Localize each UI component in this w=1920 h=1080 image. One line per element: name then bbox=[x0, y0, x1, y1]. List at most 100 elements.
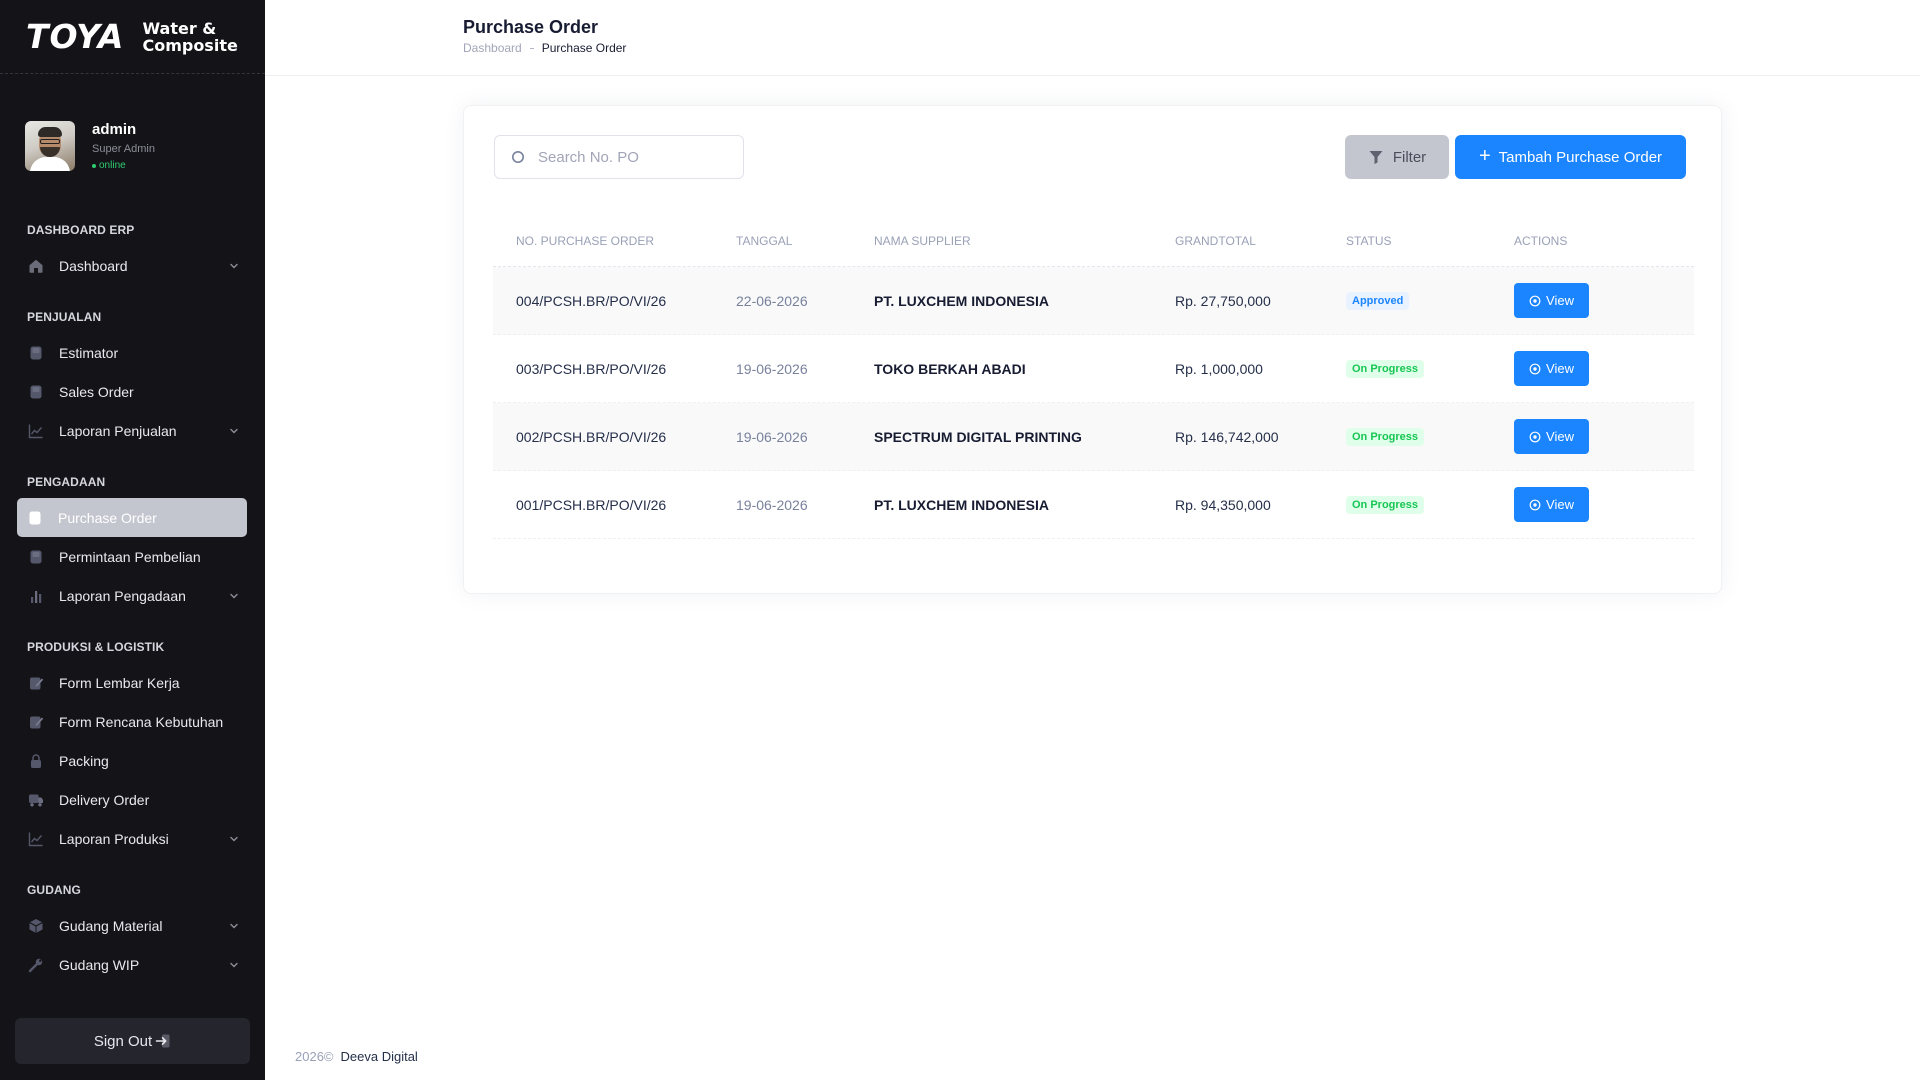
supplier-cell: PT. LUXCHEM INDONESIA bbox=[874, 292, 1050, 309]
page-title: Purchase Order bbox=[463, 17, 599, 37]
supplier-cell: TOKO BERKAH ABADI bbox=[874, 360, 1026, 377]
column-header-grandtotal[interactable]: GRANDTOTAL bbox=[1175, 234, 1346, 248]
grandtotal-cell: Rp. 146,742,000 bbox=[1175, 428, 1279, 445]
sidebar-item-form-rencana-kebutuhan[interactable]: Form Rencana Kebutuhan bbox=[18, 702, 247, 741]
sidebar-item-gudang-material[interactable]: Gudang Material bbox=[18, 906, 247, 945]
nav-section-pengadaan: PENGADAAN bbox=[27, 475, 106, 489]
nav-section-produksi-and-logistik: PRODUKSI & LOGISTIK bbox=[27, 640, 165, 654]
document-icon bbox=[28, 345, 44, 361]
po-number-cell: 001/PCSH.BR/PO/VI/26 bbox=[516, 496, 667, 513]
table-row: 004/PCSH.BR/PO/VI/26 22-06-2026 PT. LUXCHE… bbox=[493, 267, 1694, 335]
supplier-cell: PT. LUXCHEM INDONESIA bbox=[874, 496, 1050, 513]
eye-icon bbox=[1529, 499, 1546, 511]
edit-doc-icon bbox=[28, 675, 44, 691]
date-cell: 19-06-2026 bbox=[736, 428, 808, 445]
sidebar-item-label: Form Rencana Kebutuhan bbox=[59, 713, 224, 730]
status-badge: On Progress bbox=[1346, 496, 1425, 514]
sidebar-item-dashboard[interactable]: Dashboard bbox=[18, 246, 247, 285]
nav-section-dashboard-erp: DASHBOARD ERP bbox=[27, 223, 135, 237]
sidebar-item-laporan-penjualan[interactable]: Laporan Penjualan bbox=[18, 411, 247, 450]
sidebar-item-form-lembar-kerja[interactable]: Form Lembar Kerja bbox=[18, 663, 247, 702]
brand-tagline: Water & Composite bbox=[142, 20, 237, 54]
breadcrumb: Dashboard Purchase Order bbox=[463, 41, 626, 55]
cube-icon bbox=[28, 918, 44, 934]
user-status-text: online bbox=[99, 160, 126, 171]
table-header: NO. PURCHASE ORDER TANGGAL NAMA SUPPLIER… bbox=[493, 216, 1694, 267]
sidebar-item-delivery-order[interactable]: Delivery Order bbox=[18, 780, 247, 819]
sidebar-item-label: Permintaan Pembelian bbox=[59, 548, 201, 565]
sidebar-item-purchase-order[interactable]: Purchase Order bbox=[17, 498, 247, 537]
column-header-supplier[interactable]: NAMA SUPPLIER bbox=[874, 234, 1175, 248]
status-cell: Approved bbox=[1346, 291, 1514, 310]
column-header-no-po[interactable]: NO. PURCHASE ORDER bbox=[493, 234, 736, 248]
sidebar-item-sales-order[interactable]: Sales Order bbox=[18, 372, 247, 411]
sidebar-nav: DASHBOARD ERP Dashboard PENJUALAN Estimator… bbox=[0, 220, 265, 984]
sidebar-item-label: Laporan Produksi bbox=[59, 830, 169, 847]
home-icon bbox=[28, 258, 44, 274]
status-badge: On Progress bbox=[1346, 428, 1425, 446]
sidebar-item-label: Form Lembar Kerja bbox=[59, 674, 180, 691]
chevron-down-icon bbox=[229, 921, 239, 931]
user-status: online bbox=[92, 160, 155, 171]
eye-icon bbox=[1529, 363, 1546, 375]
document-icon bbox=[28, 384, 44, 400]
actions-cell: View bbox=[1514, 283, 1694, 318]
sidebar-item-laporan-pengadaan[interactable]: Laporan Pengadaan bbox=[18, 576, 247, 615]
date-cell: 19-06-2026 bbox=[736, 360, 808, 377]
brand-logo[interactable]: TOYA Water & Composite bbox=[0, 0, 265, 74]
breadcrumb-separator bbox=[529, 47, 534, 49]
plus-icon: + bbox=[1478, 145, 1491, 167]
add-purchase-order-button[interactable]: + Tambah Purchase Order bbox=[1455, 135, 1686, 179]
column-header-tanggal[interactable]: TANGGAL bbox=[736, 234, 874, 248]
avatar[interactable] bbox=[25, 121, 75, 171]
breadcrumb-dashboard[interactable]: Dashboard bbox=[463, 41, 522, 55]
brand-tagline-line-2: Composite bbox=[142, 35, 238, 55]
sidebar-item-packing[interactable]: Packing bbox=[18, 741, 247, 780]
edit-doc-icon bbox=[28, 714, 44, 730]
sidebar-item-laporan-produksi[interactable]: Laporan Produksi bbox=[18, 819, 247, 858]
nav-section-penjualan: PENJUALAN bbox=[27, 310, 102, 324]
sidebar-item-label: Delivery Order bbox=[59, 791, 150, 808]
actions-cell: View bbox=[1514, 487, 1694, 522]
view-button[interactable]: View bbox=[1514, 283, 1589, 318]
view-button[interactable]: View bbox=[1514, 419, 1589, 454]
sign-out-button[interactable]: Sign Out bbox=[15, 1018, 250, 1064]
sidebar-item-estimator[interactable]: Estimator bbox=[18, 333, 247, 372]
view-button-label: View bbox=[1546, 293, 1574, 308]
bar-chart-icon bbox=[28, 588, 44, 604]
chevron-down-icon bbox=[229, 960, 239, 970]
status-cell: On Progress bbox=[1346, 359, 1514, 378]
footer-year: 2026© bbox=[295, 1049, 334, 1064]
sidebar-item-label: Gudang Material bbox=[59, 917, 163, 934]
online-dot-icon bbox=[92, 163, 96, 168]
view-button[interactable]: View bbox=[1514, 351, 1589, 386]
search-box[interactable] bbox=[494, 135, 744, 179]
chevron-down-icon bbox=[229, 426, 239, 436]
eye-icon bbox=[1529, 295, 1546, 307]
footer: 2026© Deeva Digital bbox=[295, 1049, 418, 1064]
status-cell: On Progress bbox=[1346, 427, 1514, 446]
line-chart-icon bbox=[28, 831, 44, 847]
sidebar-item-label: Laporan Pengadaan bbox=[59, 587, 186, 604]
column-header-actions: ACTIONS bbox=[1514, 234, 1568, 248]
search-icon bbox=[512, 150, 524, 163]
filter-button[interactable]: Filter bbox=[1345, 135, 1449, 179]
add-purchase-order-label: Tambah Purchase Order bbox=[1498, 148, 1663, 166]
po-number-cell: 003/PCSH.BR/PO/VI/26 bbox=[516, 360, 667, 377]
status-cell: On Progress bbox=[1346, 495, 1514, 514]
sign-out-label: Sign Out bbox=[93, 1032, 153, 1050]
footer-company-link[interactable]: Deeva Digital bbox=[341, 1049, 418, 1064]
view-button[interactable]: View bbox=[1514, 487, 1589, 522]
table-body: 004/PCSH.BR/PO/VI/26 22-06-2026 PT. LUXCHE… bbox=[493, 267, 1694, 539]
column-header-status[interactable]: STATUS bbox=[1346, 234, 1514, 248]
search-input[interactable] bbox=[538, 148, 718, 166]
user-name: admin bbox=[92, 121, 137, 138]
po-number-cell: 004/PCSH.BR/PO/VI/26 bbox=[516, 292, 667, 309]
po-number-cell: 002/PCSH.BR/PO/VI/26 bbox=[516, 428, 667, 445]
sidebar-item-label: Packing bbox=[59, 752, 109, 769]
sidebar-item-permintaan-pembelian[interactable]: Permintaan Pembelian bbox=[18, 537, 247, 576]
lock-icon bbox=[28, 753, 44, 769]
sidebar-item-gudang-wip[interactable]: Gudang WIP bbox=[18, 945, 247, 984]
supplier-cell: SPECTRUM DIGITAL PRINTING bbox=[874, 428, 1082, 445]
table-row: 002/PCSH.BR/PO/VI/26 19-06-2026 SPECTRUM D… bbox=[493, 403, 1694, 471]
